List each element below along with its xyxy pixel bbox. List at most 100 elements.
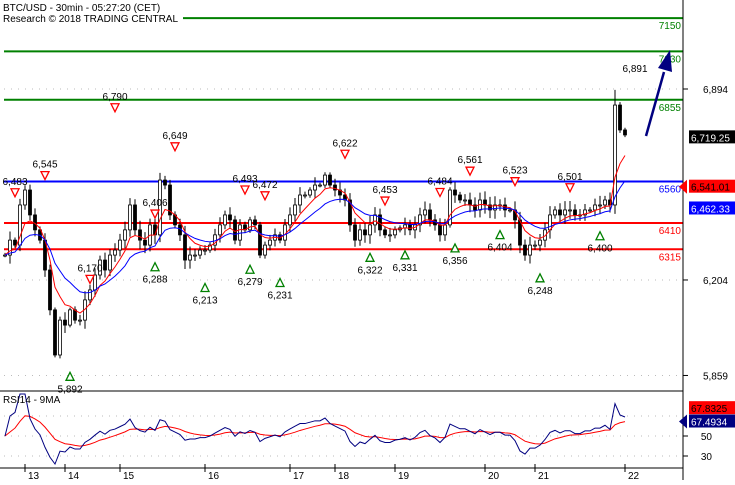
price-tags: 6,719.25 6,541.01 6,462.33 [679, 130, 735, 215]
high-marker-icon [339, 149, 351, 160]
candle-body [58, 319, 62, 356]
candle-body [358, 229, 362, 241]
price-tag-label: 6,719.25 [691, 133, 730, 144]
candle-body [258, 224, 262, 256]
low-marker-icon [64, 370, 76, 381]
low-label: 6,231 [267, 291, 292, 302]
high-label: 6,622 [332, 138, 357, 149]
x-tick-label: 13 [28, 471, 40, 480]
candle-body [318, 184, 322, 187]
candle-body [423, 209, 427, 216]
x-tick-label: 15 [123, 471, 135, 480]
candle-body [468, 199, 472, 206]
rsi-label: RSI14 - 9MA [3, 395, 61, 406]
candle-body [458, 194, 462, 201]
candle-body [623, 129, 627, 136]
candle-body [528, 244, 532, 256]
y-axis: 6,894 6,204 5,859 [683, 85, 728, 382]
price-tag-label: 6,462.33 [691, 204, 730, 215]
candle-body [28, 189, 32, 216]
candle-body [78, 319, 82, 322]
low-label: 6,279 [237, 277, 262, 288]
candle-body [183, 234, 187, 261]
low-label: 6,213 [192, 295, 217, 306]
high-marker-icon [259, 191, 271, 202]
high-label: 6,453 [372, 185, 397, 196]
candle-body [443, 224, 447, 236]
rsi-tick-label: 50 [701, 432, 713, 443]
candle-body [128, 204, 132, 231]
candle-body [428, 209, 432, 221]
low-label: 5,892 [57, 384, 82, 395]
high-marker-icon [239, 185, 251, 196]
x-tick-label: 22 [628, 471, 640, 480]
low-marker-icon [494, 229, 506, 240]
rsi-tick-label: 30 [701, 452, 713, 463]
candle-body [463, 199, 467, 202]
level-label: 6560 [659, 184, 682, 195]
high-marker-icon [564, 183, 576, 194]
candle-body [548, 214, 552, 231]
candle-body [438, 224, 442, 236]
candle-body [253, 219, 257, 226]
grid-lines [4, 88, 683, 376]
candle-body [593, 204, 597, 211]
candle-body [308, 189, 312, 196]
price-tag-label: 67.4934 [691, 418, 728, 429]
x-tick-label: 16 [208, 471, 220, 480]
high-label: 6,484 [427, 176, 452, 187]
price-chart: 715070306855656064106315 6,4836,5455,892… [0, 0, 735, 482]
x-axis: 13 14 15 16 17 18 19 20 21 22 [24, 464, 640, 482]
candle-body [138, 229, 142, 241]
high-label: 6,170 [77, 263, 102, 274]
y-tick-label: 5,859 [703, 371, 728, 382]
high-marker-icon [434, 187, 446, 198]
y-tick-label: 6,894 [703, 85, 728, 96]
candle-body [118, 239, 122, 251]
high-label: 6,545 [32, 160, 57, 171]
low-label: 6,404 [487, 243, 512, 254]
x-tick-label: 20 [488, 471, 500, 480]
candle-body [48, 269, 52, 311]
candle-body [303, 194, 307, 197]
low-label: 6,356 [442, 256, 467, 267]
candle-body [523, 244, 527, 256]
candle-body [113, 249, 117, 256]
candle-body [373, 214, 377, 226]
low-label: 6,248 [527, 286, 552, 297]
candle-body [68, 309, 72, 326]
low-label: 6,331 [392, 263, 417, 274]
candle-body [73, 309, 77, 321]
candle-body [293, 204, 297, 216]
low-marker-icon [449, 242, 461, 253]
high-label: 6,483 [2, 177, 27, 188]
low-marker-icon [399, 249, 411, 260]
candle-body [223, 214, 227, 226]
candle-body [233, 219, 237, 241]
candle-body [103, 259, 107, 271]
candle-body [263, 244, 267, 256]
candle-body [133, 204, 137, 231]
candle-body [218, 224, 222, 236]
candle-body [613, 104, 617, 206]
candle-body [553, 209, 557, 216]
high-marker-icon [379, 196, 391, 207]
candle-body [203, 249, 207, 252]
high-label: 6,561 [457, 155, 482, 166]
y-tick-label: 6,204 [703, 276, 728, 287]
x-tick-label: 21 [538, 471, 550, 480]
candle-body [453, 189, 457, 196]
candle-body [63, 319, 67, 326]
high-marker-icon [39, 170, 51, 182]
candle-body [393, 229, 397, 236]
low-marker-icon [534, 272, 546, 283]
high-label: 6,406 [142, 198, 167, 209]
candle-body [298, 194, 302, 206]
candle-body [568, 209, 572, 212]
low-marker-icon [244, 263, 256, 274]
candle-body [3, 254, 7, 257]
candle-body [238, 224, 242, 241]
high-label: 6,523 [502, 166, 527, 177]
candles [3, 89, 627, 359]
candle-body [228, 214, 232, 221]
